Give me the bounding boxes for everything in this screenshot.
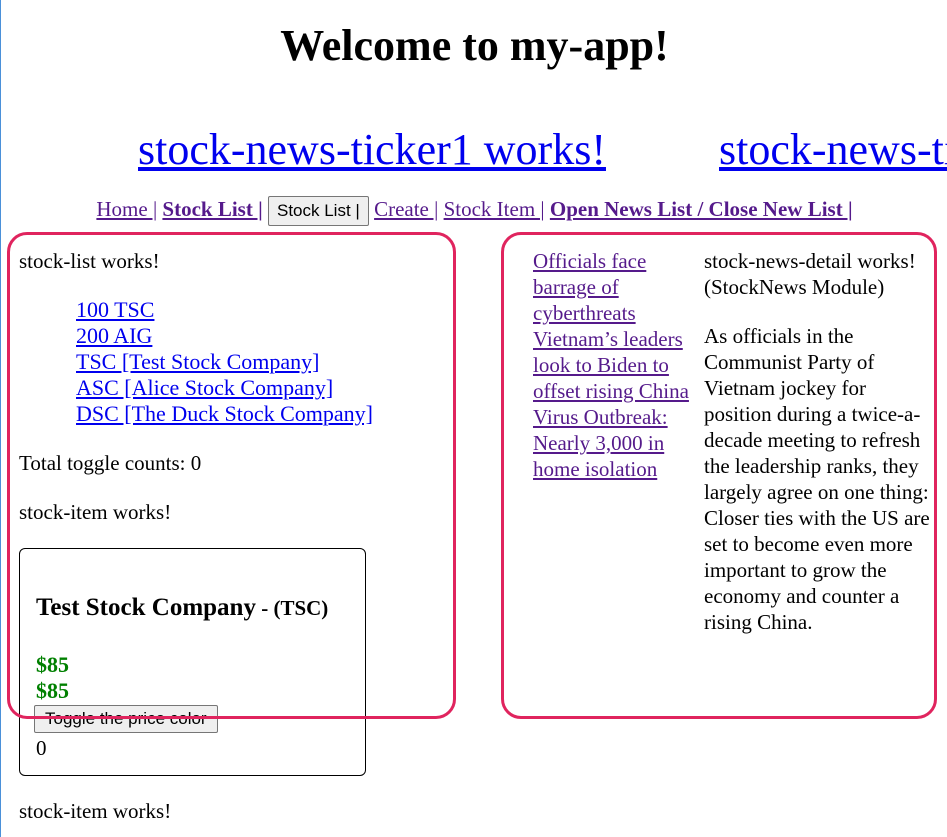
stock-heading: Test Stock Company - (TSC) xyxy=(36,593,328,626)
stock-price: $85 xyxy=(36,678,69,703)
nav-stock-list-link[interactable]: Stock List | xyxy=(162,197,262,221)
stock-list-button[interactable]: Stock List | xyxy=(267,196,369,226)
stock-list-item[interactable]: TSC [Test Stock Company] xyxy=(76,349,373,375)
news-link[interactable]: Virus Outbreak: Nearly 3,000 in home iso… xyxy=(533,404,705,482)
nav-stock-item-link[interactable]: Stock Item | xyxy=(444,197,545,221)
stock-price: $85 xyxy=(36,652,69,677)
stock-separator: - xyxy=(255,596,274,620)
stock-list-item[interactable]: DSC [The Duck Stock Company] xyxy=(76,401,373,427)
ticker-item[interactable]: stock-news-ticker1 works! xyxy=(138,120,606,180)
news-list: Officials face barrage of cyberthreats V… xyxy=(533,248,705,482)
toggle-price-color-button[interactable]: Toggle the price color xyxy=(34,705,218,733)
stock-list-item[interactable]: ASC [Alice Stock Company] xyxy=(76,375,373,401)
news-ticker: stock-news-ticker1 works! stock-news-tic… xyxy=(1,120,947,180)
toggle-count: 0 xyxy=(36,736,47,760)
open-close-news-link[interactable]: Open News List / Close New List | xyxy=(550,197,853,221)
stock-company-name: Test Stock Company xyxy=(36,594,256,621)
news-detail-status: stock-news-detail works! (StockNews Modu… xyxy=(704,249,916,299)
page-title: Welcome to my-app! xyxy=(280,21,669,70)
nav-create-link[interactable]: Create | xyxy=(374,197,438,221)
main-nav: Home | Stock List | Stock List | Create … xyxy=(1,194,947,226)
ticker-item[interactable]: stock-news-ticker1 works! xyxy=(719,120,947,180)
news-link[interactable]: Vietnam’s leaders look to Biden to offse… xyxy=(533,326,705,404)
nav-home-link[interactable]: Home | xyxy=(96,197,157,221)
news-detail-body: As officials in the Communist Party of V… xyxy=(704,324,930,634)
total-toggle-counts: Total toggle counts: 0 xyxy=(19,451,202,475)
stock-item-status: stock-item works! xyxy=(19,799,172,823)
stock-symbol: (TSC) xyxy=(273,596,329,620)
news-link[interactable]: Officials face barrage of cyberthreats xyxy=(533,248,705,326)
stock-list-item[interactable]: 100 TSC xyxy=(76,297,373,323)
news-detail: stock-news-detail works! (StockNews Modu… xyxy=(704,248,934,635)
stock-list-status: stock-list works! xyxy=(19,249,160,273)
stock-item-card: Test Stock Company - (TSC) $85 $85 Toggl… xyxy=(19,548,366,776)
stock-list-item[interactable]: 200 AIG xyxy=(76,323,373,349)
stock-item-status: stock-item works! xyxy=(19,500,172,524)
stock-list: 100 TSC 200 AIG TSC [Test Stock Company]… xyxy=(76,297,373,427)
